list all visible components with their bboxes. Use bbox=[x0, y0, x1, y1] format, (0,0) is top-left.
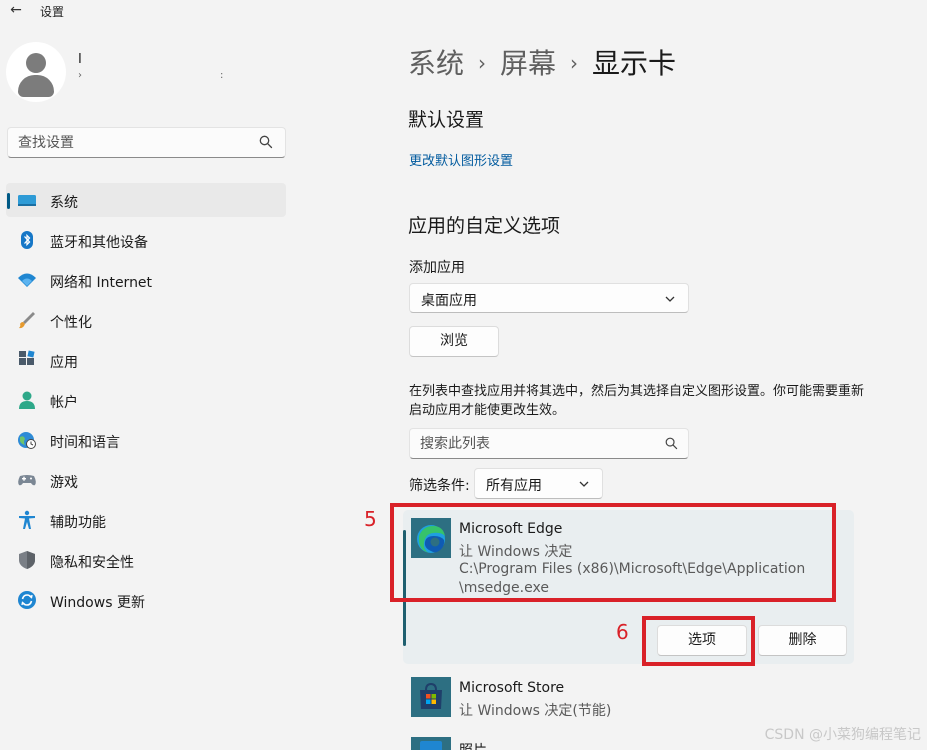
chevron-down-icon bbox=[579, 481, 589, 487]
annotation-number-5: 5 bbox=[364, 507, 377, 531]
watermark: CSDN @小菜狗编程笔记 bbox=[764, 727, 921, 743]
chevron-down-icon bbox=[665, 296, 675, 302]
sidebar-item-label: 系统 bbox=[50, 195, 78, 211]
sidebar-item-apps[interactable]: 应用 bbox=[6, 343, 286, 377]
sidebar-item-system[interactable]: 系统 bbox=[6, 183, 286, 217]
app-name: 照片 bbox=[459, 740, 487, 750]
custom-options-heading: 应用的自定义选项 bbox=[408, 215, 561, 237]
active-indicator bbox=[7, 193, 10, 209]
filter-label: 筛选条件: bbox=[409, 478, 470, 494]
annotation-box-6 bbox=[642, 616, 755, 666]
sidebar-item-label: 隐私和安全性 bbox=[50, 555, 134, 571]
brush-icon bbox=[19, 312, 35, 329]
annotation-number-6: 6 bbox=[616, 620, 629, 644]
annotation-box-5 bbox=[390, 503, 836, 602]
sidebar-item-label: 辅助功能 bbox=[50, 515, 106, 531]
sidebar-item-label: 时间和语言 bbox=[50, 435, 120, 451]
avatar[interactable] bbox=[6, 42, 66, 102]
sidebar-item-time-language[interactable]: 时间和语言 bbox=[6, 423, 286, 457]
user-name: I bbox=[78, 52, 82, 67]
monitor-icon bbox=[18, 195, 36, 206]
filter-value: 所有应用 bbox=[486, 478, 542, 494]
sidebar-item-label: 帐户 bbox=[50, 395, 78, 411]
user-email-tail: : bbox=[220, 70, 224, 81]
sidebar-item-accessibility[interactable]: 辅助功能 bbox=[6, 503, 286, 537]
breadcrumb-item-system[interactable]: 系统 bbox=[408, 47, 464, 80]
sidebar-item-accounts[interactable]: 帐户 bbox=[6, 383, 286, 417]
sidebar-item-label: 游戏 bbox=[50, 475, 78, 491]
chevron-right-icon: › bbox=[570, 51, 579, 75]
gamepad-icon bbox=[18, 475, 36, 486]
store-icon bbox=[411, 677, 451, 717]
page-title: 显示卡 bbox=[592, 47, 677, 80]
account-icon bbox=[19, 391, 35, 409]
sidebar-item-privacy[interactable]: 隐私和安全性 bbox=[6, 543, 286, 577]
browse-button[interactable]: 浏览 bbox=[409, 326, 499, 357]
sidebar-item-label: 应用 bbox=[50, 355, 78, 371]
change-default-graphics-link[interactable]: 更改默认图形设置 bbox=[409, 150, 513, 169]
title-bar: ← 设置 bbox=[0, 0, 927, 22]
window-title: 设置 bbox=[40, 5, 65, 19]
filter-dropdown[interactable]: 所有应用 bbox=[474, 468, 603, 499]
sidebar-item-label: Windows 更新 bbox=[50, 595, 145, 611]
sidebar-item-bluetooth[interactable]: 蓝牙和其他设备 bbox=[6, 223, 286, 257]
user-email: › bbox=[78, 70, 82, 81]
app-list-description: 在列表中查找应用并将其选中，然后为其选择自定义图形设置。你可能需要重新启动应用才… bbox=[409, 384, 865, 418]
wifi-icon bbox=[18, 273, 36, 287]
bluetooth-icon bbox=[21, 231, 33, 249]
search-icon[interactable] bbox=[259, 135, 273, 149]
photos-icon bbox=[411, 737, 451, 750]
chevron-right-icon: › bbox=[478, 51, 487, 75]
sidebar-item-personalization[interactable]: 个性化 bbox=[6, 303, 286, 337]
breadcrumb-item-display[interactable]: 屏幕 bbox=[500, 47, 556, 80]
app-setting: 让 Windows 决定(节能) bbox=[459, 703, 612, 719]
shield-icon bbox=[19, 551, 35, 569]
sidebar-item-network[interactable]: 网络和 Internet bbox=[6, 263, 286, 297]
remove-button[interactable]: 删除 bbox=[758, 625, 847, 656]
default-settings-heading: 默认设置 bbox=[408, 109, 485, 131]
apps-icon bbox=[19, 350, 35, 365]
accessibility-icon bbox=[19, 510, 35, 529]
settings-search-box[interactable] bbox=[7, 127, 286, 158]
sidebar-item-label: 网络和 Internet bbox=[50, 275, 153, 291]
app-list-search-input[interactable] bbox=[410, 429, 650, 458]
app-type-value: 桌面应用 bbox=[421, 293, 477, 309]
app-name: Microsoft Store bbox=[459, 680, 565, 696]
add-app-label: 添加应用 bbox=[409, 260, 465, 276]
settings-search-input[interactable] bbox=[8, 128, 238, 157]
app-list-search-box[interactable] bbox=[409, 428, 689, 459]
sidebar-item-gaming[interactable]: 游戏 bbox=[6, 463, 286, 497]
search-icon[interactable] bbox=[665, 437, 678, 450]
sidebar-item-windows-update[interactable]: Windows 更新 bbox=[6, 583, 286, 617]
app-type-dropdown[interactable]: 桌面应用 bbox=[409, 283, 689, 313]
sidebar-item-label: 蓝牙和其他设备 bbox=[50, 235, 148, 251]
breadcrumb: 系统 › 屏幕 › 显示卡 bbox=[408, 42, 676, 82]
sidebar-item-label: 个性化 bbox=[50, 315, 92, 331]
back-arrow-icon[interactable]: ← bbox=[6, 1, 26, 19]
globe-clock-icon bbox=[18, 432, 36, 449]
update-icon bbox=[18, 591, 36, 609]
